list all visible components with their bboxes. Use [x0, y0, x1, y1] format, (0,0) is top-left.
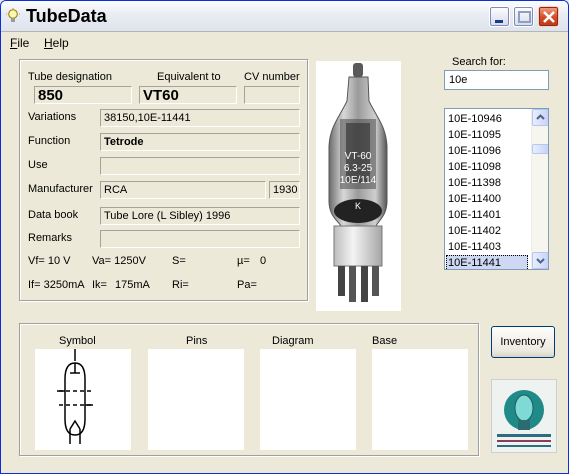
use-label: Use: [28, 159, 48, 171]
result-list-item[interactable]: 10E-11401: [446, 207, 528, 223]
menu-file-label: ile: [17, 36, 30, 50]
results-listbox[interactable]: 10E-10946 10E-11095 10E-11096 10E-11098 10E-…: [444, 108, 549, 270]
close-button[interactable]: [538, 6, 559, 27]
tube-print-line1: VT-60: [345, 151, 372, 162]
if-value: If= 3250mA: [28, 279, 85, 291]
maximize-icon: [518, 11, 531, 23]
result-list-item[interactable]: 10E-11403: [446, 239, 528, 255]
base-panel: [372, 349, 468, 450]
function-label: Function: [28, 135, 71, 147]
close-icon: [543, 11, 555, 23]
pa-value: Pa=: [237, 279, 257, 291]
variations-label: Variations: [28, 111, 77, 123]
app-window: TubeData File Help Tube designation Equi…: [0, 0, 569, 474]
inventory-button[interactable]: Inventory: [491, 326, 555, 358]
equivalent-field[interactable]: VT60: [139, 86, 237, 104]
search-input[interactable]: [444, 70, 549, 90]
result-list-item[interactable]: 10E-10946: [446, 111, 528, 127]
remarks-field[interactable]: [100, 230, 300, 248]
diagram-label: Diagram: [272, 335, 314, 347]
variations-field[interactable]: 38150,10E-11441: [100, 109, 300, 127]
menu-help-label: elp: [52, 36, 69, 50]
mu-value: 0: [260, 255, 267, 267]
tube-logo-icon: [492, 380, 556, 452]
databook-label: Data book: [28, 209, 79, 221]
scroll-down-button[interactable]: [532, 252, 548, 269]
ri-value: Ri=: [172, 279, 189, 291]
result-list-item[interactable]: 10E-11096: [446, 143, 528, 159]
designation-field[interactable]: 850: [34, 86, 132, 104]
mu-label: µ=: [237, 255, 250, 267]
search-label: Search for:: [452, 56, 506, 68]
ik-value: 175mA: [115, 279, 150, 291]
pins-panel: [148, 349, 244, 450]
remarks-label: Remarks: [28, 232, 73, 244]
function-field[interactable]: Tetrode: [100, 133, 300, 151]
menu-file[interactable]: File: [10, 36, 29, 50]
use-field[interactable]: [100, 157, 300, 175]
result-list-item[interactable]: 10E-11095: [446, 127, 528, 143]
databook-field[interactable]: Tube Lore (L Sibley) 1996: [100, 207, 300, 225]
tube-photo: VT-60 6.3-25 10E/114 K: [316, 61, 401, 311]
vf-value: Vf= 10 V: [28, 255, 71, 267]
ik-label: Ik=: [92, 279, 107, 291]
result-list-item[interactable]: 10E-11441: [446, 255, 528, 269]
title-bar[interactable]: TubeData: [1, 1, 568, 32]
result-list-item[interactable]: 10E-11400: [446, 191, 528, 207]
manufacturer-label: Manufacturer: [28, 183, 93, 195]
year-field[interactable]: 1930: [269, 181, 300, 199]
menu-help-mnemonic: H: [44, 36, 53, 50]
tube-print-line2: 6.3-25: [344, 163, 373, 174]
tube-photo-drawing: VT-60 6.3-25 10E/114 K: [316, 61, 401, 311]
cv-number-field[interactable]: [244, 86, 300, 104]
tube-print-line3: 10E/114: [340, 175, 377, 186]
manufacturer-field[interactable]: RCA: [100, 181, 266, 199]
scroll-thumb[interactable]: [532, 144, 548, 154]
symbol-label: Symbol: [59, 335, 96, 347]
symbol-panel: [35, 349, 131, 450]
lightbulb-icon: [6, 8, 20, 22]
va-value: Va= 1250V: [92, 255, 146, 267]
pins-label: Pins: [186, 335, 208, 347]
tube-print-line4: K: [355, 201, 361, 211]
tubedata-logo: [491, 379, 557, 453]
equivalent-label: Equivalent to: [157, 71, 221, 83]
s-value: S=: [172, 255, 186, 267]
diagram-panel: [260, 349, 356, 450]
designation-label: Tube designation: [28, 71, 112, 83]
tetrode-symbol-icon: [57, 349, 93, 444]
chevron-down-icon: [536, 258, 545, 264]
result-list-item[interactable]: 10E-11398: [446, 175, 528, 191]
maximize-button[interactable]: [513, 6, 534, 27]
base-label: Base: [372, 335, 398, 347]
result-list-item[interactable]: 10E-11402: [446, 223, 528, 239]
menu-bar: File Help: [1, 34, 568, 52]
menu-help[interactable]: Help: [44, 36, 69, 50]
window-title: TubeData: [26, 6, 107, 26]
scroll-up-button[interactable]: [532, 109, 548, 126]
cv-number-label: CV number: [244, 71, 300, 83]
minimize-icon: [495, 20, 503, 23]
chevron-up-icon: [536, 114, 545, 120]
results-list: 10E-10946 10E-11095 10E-11096 10E-11098 10E-…: [446, 111, 528, 269]
results-scrollbar[interactable]: [531, 109, 548, 269]
result-list-item[interactable]: 10E-11098: [446, 159, 528, 175]
minimize-button[interactable]: [489, 6, 510, 27]
